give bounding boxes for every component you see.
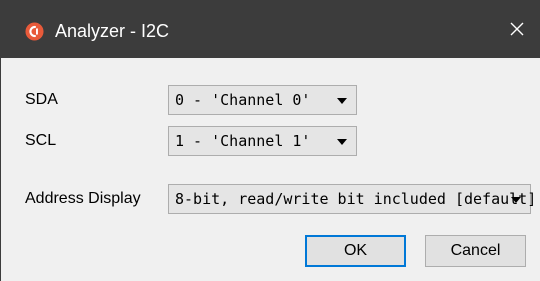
dialog-content: SDA 0 - 'Channel 0' SCL 1 - 'Channel 1' … — [1, 58, 540, 281]
address-display-label: Address Display — [25, 190, 141, 207]
sda-label: SDA — [25, 91, 58, 108]
cancel-button[interactable]: Cancel — [425, 235, 526, 267]
chevron-down-icon — [337, 98, 347, 104]
ok-button[interactable]: OK — [305, 235, 406, 267]
close-icon — [510, 22, 524, 36]
window-title: Analyzer - I2C — [55, 21, 170, 41]
chevron-down-icon — [337, 139, 347, 145]
analyzer-dialog: Analyzer - I2C SDA 0 - 'Channel 0' SCL 1… — [0, 0, 540, 281]
address-display-select[interactable]: 8-bit, read/write bit included [default] — [168, 184, 536, 214]
close-button[interactable] — [494, 0, 540, 58]
sda-select[interactable]: 0 - 'Channel 0' — [168, 85, 357, 115]
sda-select-value: 0 - 'Channel 0' — [175, 91, 311, 109]
scl-select[interactable]: 1 - 'Channel 1' — [168, 126, 357, 156]
title-bar[interactable]: Analyzer - I2C — [1, 0, 540, 58]
address-display-select-value: 8-bit, read/write bit included [default] — [175, 190, 537, 208]
chevron-down-icon — [511, 197, 521, 203]
scl-label: SCL — [25, 132, 57, 149]
logic-analyzer-logo-icon — [25, 22, 44, 41]
scl-select-value: 1 - 'Channel 1' — [175, 132, 311, 150]
